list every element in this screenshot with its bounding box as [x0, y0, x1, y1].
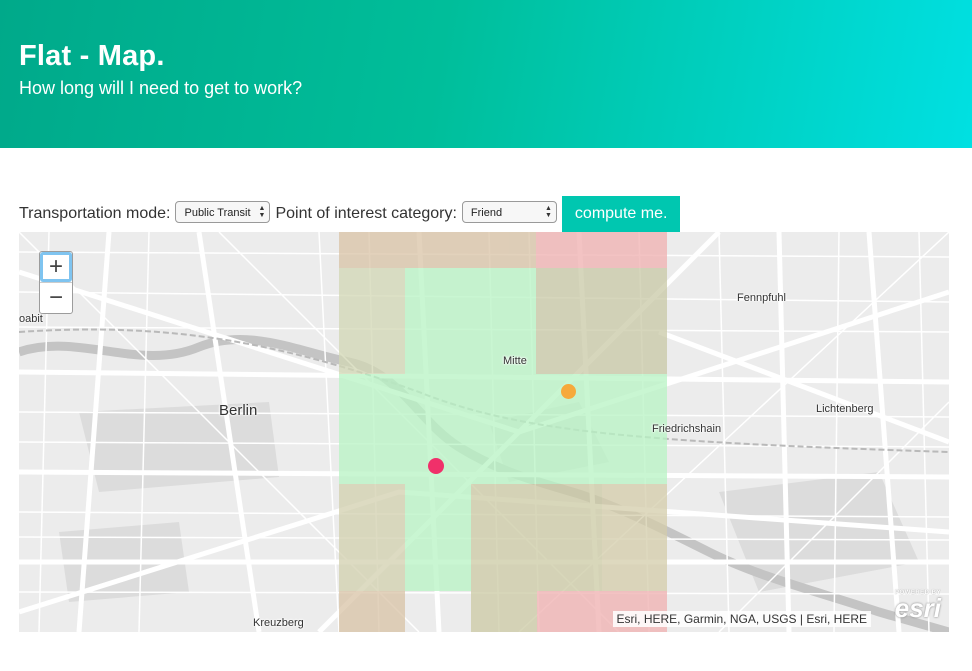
map-view[interactable]: + − oabit Fennpfuhl Mitte Berlin Lichten…	[19, 232, 949, 632]
esri-logo: POWERED BY esri	[881, 590, 941, 626]
poi-category-label: Point of interest category:	[275, 205, 457, 222]
transport-mode-value: Public Transit	[184, 207, 251, 219]
place-label-kreuzberg: Kreuzberg	[253, 617, 304, 629]
place-label-friedrichshain: Friedrichshain	[652, 423, 722, 435]
place-label-fennpfuhl: Fennpfuhl	[737, 292, 786, 304]
header-banner: Flat - Map. How long will I need to get …	[0, 0, 972, 148]
compute-button[interactable]: compute me.	[561, 196, 681, 232]
home-marker[interactable]	[428, 458, 444, 474]
place-label-berlin: Berlin	[219, 402, 258, 419]
place-label-moabit: oabit	[19, 313, 43, 325]
zoom-in-button[interactable]: +	[40, 252, 72, 282]
select-arrows-icon: ▲ ▼	[258, 205, 266, 219]
transport-mode-label: Transportation mode:	[19, 205, 171, 222]
isochrone-overlay	[339, 232, 667, 632]
select-arrows-icon: ▲ ▼	[544, 205, 552, 219]
map-attribution: Esri, HERE, Garmin, NGA, USGS | Esri, HE…	[612, 611, 871, 627]
place-label-mitte: Mitte	[503, 355, 527, 367]
zoom-control: + −	[39, 251, 73, 314]
esri-wordmark: esri	[894, 593, 941, 623]
zoom-out-button[interactable]: −	[40, 282, 72, 313]
transport-mode-select[interactable]: Public Transit ▲ ▼	[175, 201, 271, 223]
controls-bar: Transportation mode: Public Transit ▲ ▼ P…	[19, 196, 681, 232]
poi-category-select[interactable]: Friend ▲ ▼	[461, 201, 557, 223]
poi-marker[interactable]	[561, 384, 576, 399]
place-label-lichtenberg: Lichtenberg	[816, 403, 874, 415]
page-title: Flat - Map.	[19, 40, 165, 72]
poi-category-value: Friend	[470, 207, 503, 219]
page-subtitle: How long will I need to get to work?	[19, 78, 303, 98]
map-basemap	[19, 232, 949, 632]
